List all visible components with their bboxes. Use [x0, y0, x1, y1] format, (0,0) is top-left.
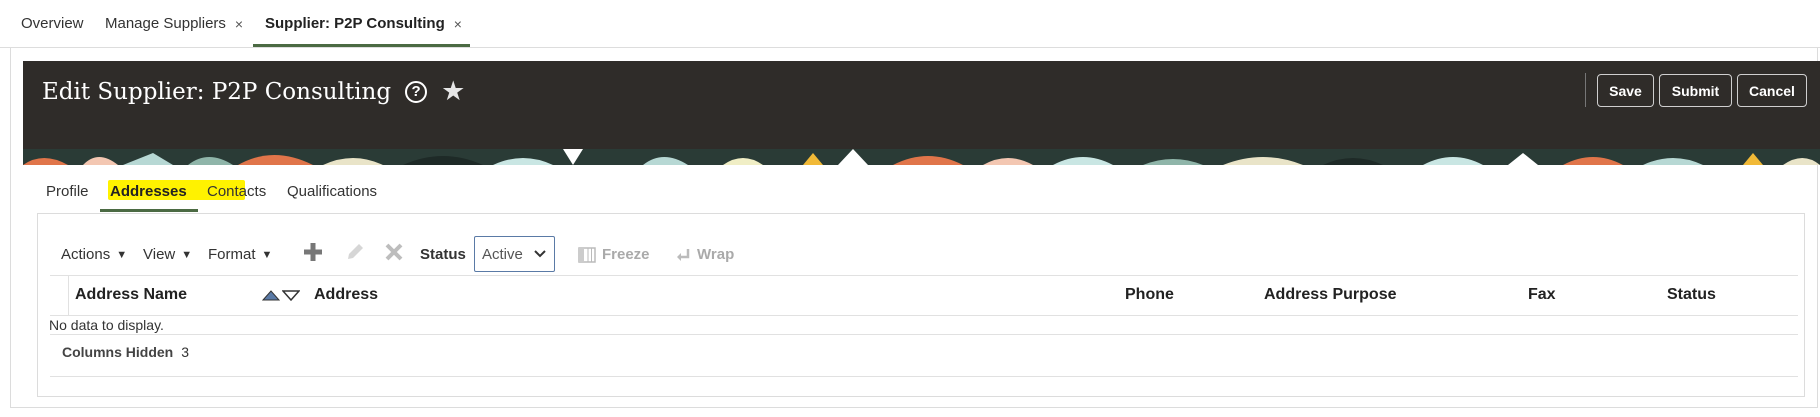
status-filter-value: Active [482, 245, 523, 263]
close-icon[interactable]: × [235, 16, 243, 32]
page-title-text: Edit Supplier: P2P Consulting [42, 78, 392, 105]
subtab-addresses[interactable]: Addresses [110, 183, 187, 200]
subtab-contacts[interactable]: Contacts [207, 183, 266, 200]
row-bottom-border [50, 334, 1798, 335]
x-icon[interactable] [384, 242, 404, 262]
save-button[interactable]: Save [1597, 74, 1654, 107]
page-title: Edit Supplier: P2P Consulting ? ★ [42, 78, 465, 105]
column-header-phone[interactable]: Phone [1125, 286, 1174, 304]
tab-supplier-label: Supplier: P2P Consulting [265, 15, 445, 32]
table-top-border [50, 275, 1798, 276]
caret-down-icon: ▼ [181, 248, 193, 261]
header-bottom-border [50, 315, 1798, 316]
tab-supplier-p2p[interactable]: Supplier: P2P Consulting × [265, 15, 462, 32]
active-tab-indicator [253, 44, 470, 47]
sort-descending-icon[interactable] [282, 290, 300, 301]
wrap-icon [677, 248, 690, 261]
columns-hidden-label: Columns Hidden [62, 344, 174, 360]
actions-menu[interactable]: Actions ▼ [61, 246, 127, 263]
wrap-button[interactable]: Wrap [675, 246, 734, 263]
decorative-banner [23, 149, 1820, 165]
submit-button[interactable]: Submit [1659, 74, 1732, 107]
freeze-label: Freeze [602, 246, 650, 263]
view-menu[interactable]: View ▼ [143, 246, 192, 263]
tab-overview-label: Overview [21, 15, 84, 32]
subtab-qualifications[interactable]: Qualifications [287, 183, 377, 200]
sort-ascending-icon[interactable] [262, 290, 280, 301]
columns-hidden-status: Columns Hidden 3 [62, 344, 189, 360]
status-filter-select[interactable]: Active [474, 236, 555, 272]
columns-hidden-count: 3 [181, 344, 190, 360]
empty-table-message: No data to display. [49, 317, 164, 333]
freeze-icon [578, 246, 596, 263]
caret-down-icon: ▼ [261, 248, 273, 261]
tab-overview[interactable]: Overview [21, 15, 84, 32]
star-icon[interactable]: ★ [441, 78, 465, 105]
cancel-button[interactable]: Cancel [1737, 74, 1807, 107]
column-header-address-name[interactable]: Address Name [75, 286, 187, 304]
active-subtab-indicator [100, 209, 198, 212]
wrap-label: Wrap [697, 246, 735, 263]
status-filter-label: Status [420, 246, 466, 263]
sort-controls[interactable] [262, 290, 300, 301]
column-header-fax[interactable]: Fax [1528, 286, 1556, 304]
tab-manage-suppliers[interactable]: Manage Suppliers × [105, 15, 243, 32]
format-label: Format [208, 246, 256, 263]
column-header-address-purpose[interactable]: Address Purpose [1264, 286, 1396, 304]
tab-manage-suppliers-label: Manage Suppliers [105, 15, 226, 32]
caret-down-icon: ▼ [116, 248, 128, 261]
help-icon[interactable]: ? [405, 80, 428, 103]
header-divider [1585, 73, 1586, 107]
freeze-button[interactable]: Freeze [578, 246, 650, 263]
column-header-status[interactable]: Status [1667, 286, 1716, 304]
view-label: View [143, 246, 176, 263]
format-menu[interactable]: Format ▼ [208, 246, 272, 263]
chevron-down-icon [534, 250, 546, 258]
actions-label: Actions [61, 246, 111, 263]
plus-icon[interactable] [302, 241, 324, 263]
subtab-profile[interactable]: Profile [46, 183, 89, 200]
close-icon[interactable]: × [454, 16, 462, 32]
column-header-address[interactable]: Address [314, 286, 378, 304]
pencil-icon[interactable] [344, 241, 366, 263]
column-divider [68, 276, 69, 316]
table-footer-border [50, 376, 1798, 377]
page-header: Edit Supplier: P2P Consulting ? ★ Save S… [23, 61, 1820, 165]
